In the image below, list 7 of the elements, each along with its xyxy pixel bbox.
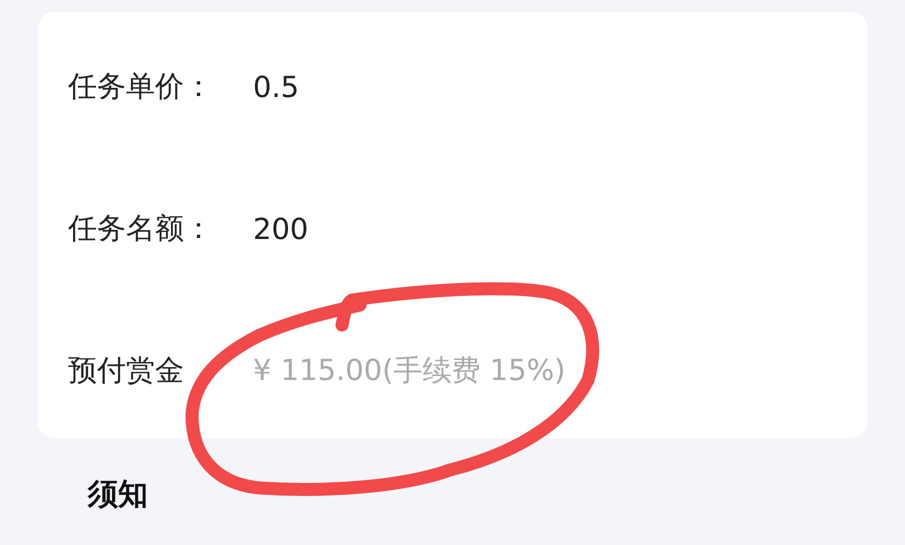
field-label: 任务名额： [68, 210, 214, 247]
field-value: ¥ 115.00(手续费 15%) [253, 352, 566, 389]
field-label: 预付赏金 [68, 352, 185, 389]
field-label: 任务单价： [68, 68, 214, 105]
field-value: 200 [253, 212, 308, 246]
field-value: 0.5 [253, 70, 300, 104]
section-heading: 须知 [88, 476, 148, 514]
